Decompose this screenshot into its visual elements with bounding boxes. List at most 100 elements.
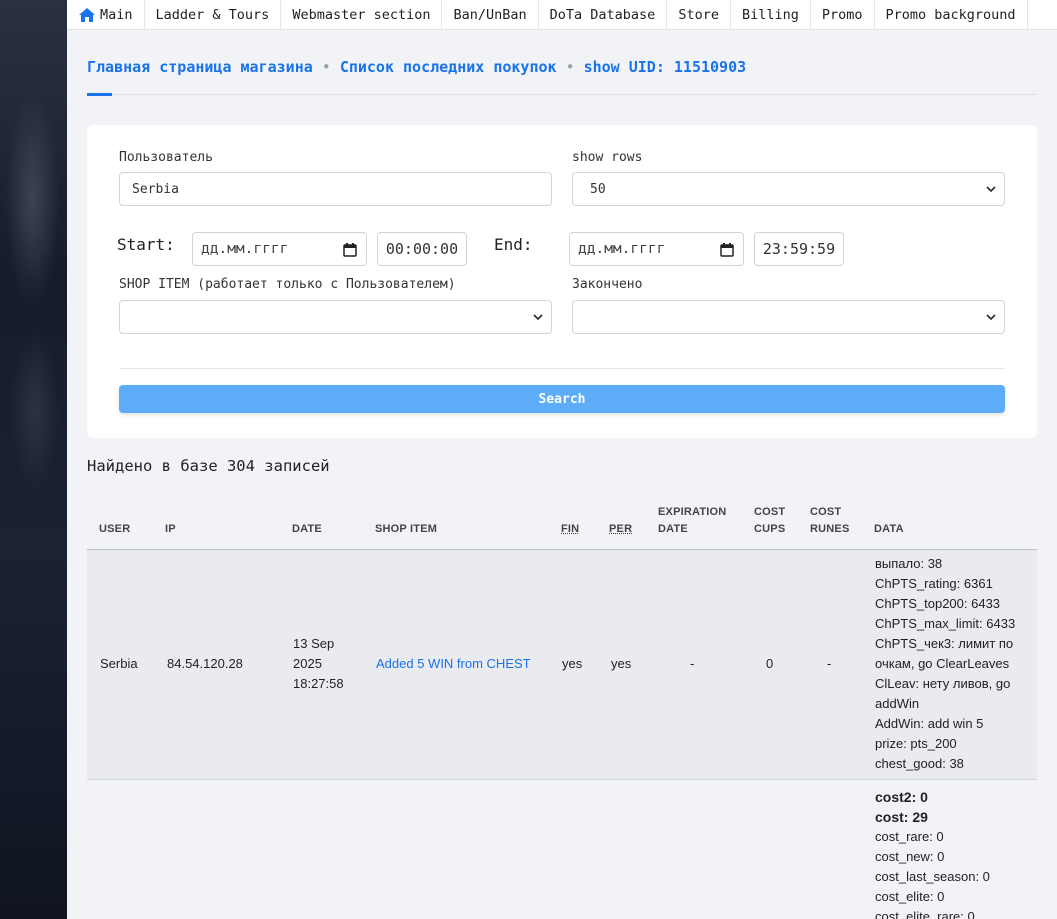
table-row: Serbia 84.54.120.28 13 Sep 2025 18:27:58… — [87, 550, 1037, 780]
end-date-input[interactable]: дд.мм.гггг — [569, 232, 744, 266]
nav-item-ban-unban[interactable]: Ban/UnBan — [442, 0, 539, 30]
column-header-ip: IP — [165, 523, 176, 535]
cell-data: cost2: 0 cost: 29 cost_rare: 0 cost_new:… — [875, 787, 990, 919]
column-header-per: PER — [609, 523, 633, 535]
data-line: AddWin: add win 5 — [875, 716, 984, 731]
user-input[interactable]: Serbia — [119, 172, 552, 206]
top-nav: Main Ladder & Tours Webmaster section Ba… — [67, 0, 1057, 30]
home-icon — [79, 8, 95, 22]
finished-select[interactable] — [572, 300, 1005, 334]
column-header-data: DATA — [874, 523, 904, 535]
start-date-input[interactable]: дд.мм.гггг — [192, 232, 367, 266]
breadcrumb-shop-home[interactable]: Главная страница магазина — [87, 58, 313, 76]
data-line: prize: pts_200 — [875, 736, 957, 751]
column-header-cost-runes: COST — [810, 506, 842, 518]
start-label: Start: — [117, 235, 175, 254]
data-line: cost_elite_rare: 0 — [875, 909, 975, 919]
breadcrumb-recent-purchases[interactable]: Список последних покупок — [340, 58, 557, 76]
main-content: Main Ladder & Tours Webmaster section Ba… — [67, 0, 1057, 919]
breadcrumb-separator: • — [565, 58, 575, 76]
shop-item-label: SHOP ITEM (работает только с Пользовател… — [119, 277, 456, 292]
shop-item-select[interactable] — [119, 300, 552, 334]
nav-item-label: Billing — [741, 7, 799, 23]
end-date-placeholder: дд.мм.гггг — [578, 241, 666, 257]
cell-cost-cups: 0 — [766, 656, 774, 671]
nav-item-label: Ban/UnBan — [453, 7, 527, 23]
data-line: cost_elite: 0 — [875, 889, 945, 904]
column-header-shop-item: SHOP ITEM — [375, 523, 438, 535]
data-line: ChPTS_top200: 6433 — [875, 596, 1001, 611]
nav-item-label: Store — [678, 7, 719, 23]
nav-item-main[interactable]: Main — [67, 0, 145, 30]
data-line: ChPTS_rating: 6361 — [875, 576, 993, 591]
nav-item-promo-background[interactable]: Promo background — [875, 0, 1028, 30]
cell-date-year: 2025 — [293, 656, 322, 671]
data-line: ChPTS_max_limit: 6433 — [875, 616, 1016, 631]
data-line: chest_good: 38 — [875, 756, 964, 771]
nav-item-store[interactable]: Store — [667, 0, 731, 30]
search-form-card: Пользователь Serbia show rows 50 Start: … — [87, 125, 1037, 438]
chevron-down-icon — [986, 186, 996, 193]
column-header-expiration: EXPIRATION — [658, 506, 727, 518]
rows-select[interactable]: 50 — [572, 172, 1005, 206]
chevron-down-icon — [986, 314, 996, 321]
data-line: очкам, go ClearLeaves — [875, 656, 1010, 671]
nav-item-label: Promo background — [885, 7, 1016, 23]
nav-item-billing[interactable]: Billing — [731, 0, 811, 30]
calendar-icon[interactable] — [343, 243, 357, 257]
nav-item-label: Promo — [821, 7, 863, 23]
nav-item-label: Main — [100, 7, 133, 23]
side-background — [0, 0, 67, 919]
cell-date: 13 Sep 2025 18:27:58 — [293, 634, 344, 694]
cell-shop-item-link[interactable]: Added 5 WIN from CHEST — [376, 654, 531, 674]
data-line: ClLeav: нету ливов, go — [875, 676, 1011, 691]
rows-label: show rows — [572, 150, 643, 165]
cell-date-time: 18:27:58 — [293, 676, 344, 691]
breadcrumb-separator: • — [321, 58, 331, 76]
end-time-value: 23:59:59 — [762, 240, 836, 258]
cell-ip: 84.54.120.28 — [167, 656, 243, 671]
results-count: Найдено в базе 304 записей — [87, 457, 330, 475]
nav-item-dota-database[interactable]: DoTa Database — [539, 0, 668, 30]
finished-label: Закончено — [572, 277, 643, 292]
data-line: выпало: 38 — [875, 556, 943, 571]
data-line: cost_last_season: 0 — [875, 869, 990, 884]
search-button[interactable]: Search — [119, 385, 1005, 413]
cell-expiration: - — [690, 656, 695, 671]
calendar-icon[interactable] — [720, 243, 734, 257]
cell-cost-runes: - — [827, 656, 832, 671]
end-time-input[interactable]: 23:59:59 — [754, 232, 844, 266]
breadcrumb-show-uid[interactable]: show UID: 11510903 — [584, 58, 747, 76]
column-header-date: DATE — [292, 523, 322, 535]
cell-per: yes — [611, 656, 632, 671]
cell-date-day: 13 Sep — [293, 636, 335, 651]
breadcrumb-divider — [87, 94, 1037, 95]
cell-user: Serbia — [100, 656, 138, 671]
nav-item-label: Webmaster section — [292, 7, 431, 23]
column-header-cost-cups: COST — [754, 506, 786, 518]
start-time-value: 00:00:00 — [385, 240, 459, 258]
breadcrumb-accent — [87, 93, 112, 96]
breadcrumb: Главная страница магазина • Список после… — [87, 58, 746, 76]
nav-item-webmaster[interactable]: Webmaster section — [281, 0, 443, 30]
data-line-bold: cost2: 0 — [875, 789, 928, 805]
data-line: addWin — [875, 696, 920, 711]
end-label: End: — [494, 235, 533, 254]
user-input-value: Serbia — [132, 181, 179, 197]
cell-fin: yes — [562, 656, 583, 671]
nav-item-label: Ladder & Tours — [155, 7, 270, 23]
start-time-input[interactable]: 00:00:00 — [377, 232, 467, 266]
nav-item-ladder-tours[interactable]: Ladder & Tours — [145, 0, 282, 30]
data-line: ChPTS_чек3: лимит по — [875, 636, 1014, 651]
column-header-fin: FIN — [561, 523, 580, 535]
data-line: cost_new: 0 — [875, 849, 945, 864]
column-header-user: USER — [99, 523, 131, 535]
rows-select-value: 50 — [590, 181, 606, 197]
column-header-cups: CUPS — [754, 523, 786, 535]
column-header-runes: RUNES — [810, 523, 850, 535]
data-line: cost_rare: 0 — [875, 829, 944, 844]
nav-item-promo[interactable]: Promo — [811, 0, 875, 30]
nav-item-label: DoTa Database — [549, 7, 656, 23]
cell-data: выпало: 38 ChPTS_rating: 6361 ChPTS_top2… — [875, 554, 1015, 774]
chevron-down-icon — [533, 314, 543, 321]
